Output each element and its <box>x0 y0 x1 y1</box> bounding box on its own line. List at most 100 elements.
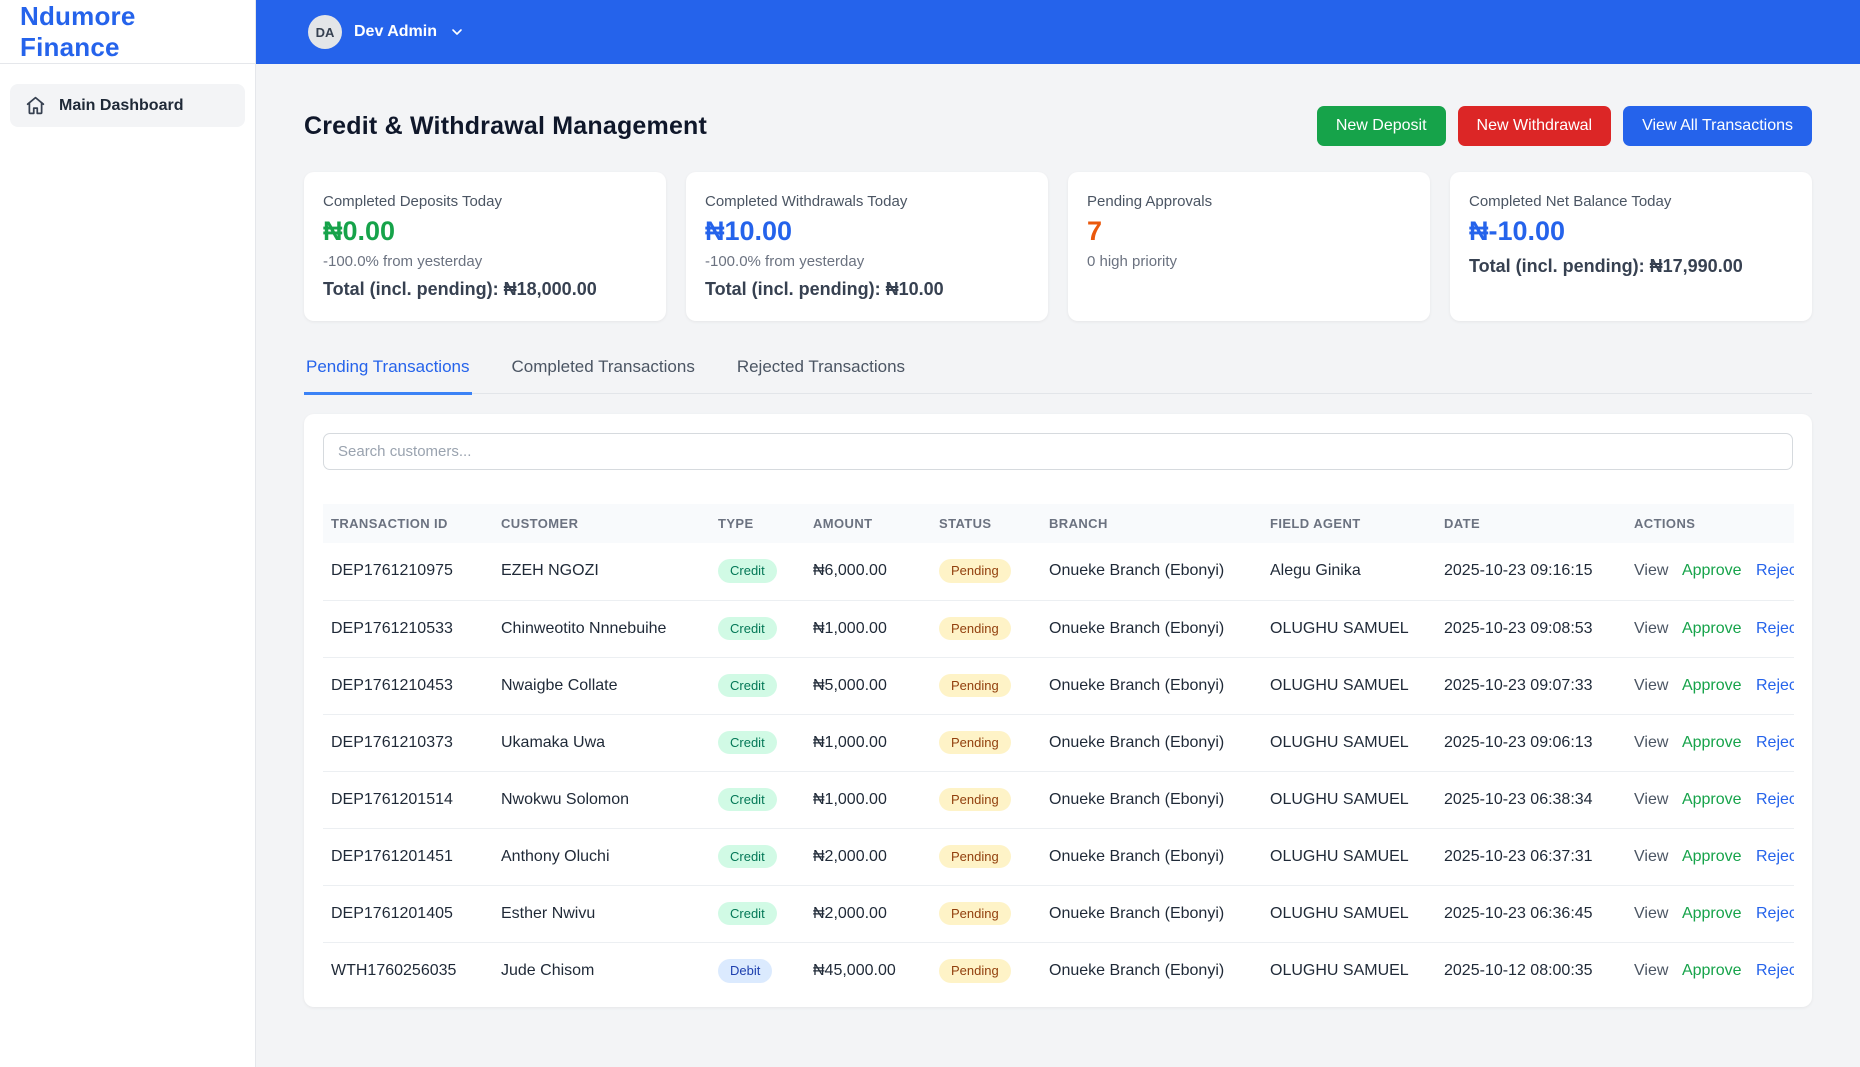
tab-completed-transactions[interactable]: Completed Transactions <box>510 357 697 395</box>
approve-link[interactable]: Approve <box>1682 734 1742 751</box>
view-link[interactable]: View <box>1634 562 1668 579</box>
cell-date: 2025-10-23 06:37:31 <box>1436 827 1626 885</box>
view-link[interactable]: View <box>1634 620 1668 637</box>
cell-date: 2025-10-23 09:06:13 <box>1436 713 1626 771</box>
cell-status: Pending <box>931 884 1041 942</box>
user-name: Dev Admin <box>354 23 437 40</box>
stat-sub: -100.0% from yesterday <box>705 253 865 270</box>
cell-field-agent: Alegu Ginika <box>1270 562 1361 580</box>
search-input[interactable] <box>323 433 1793 470</box>
reject-link[interactable]: Reject <box>1756 848 1794 865</box>
table-row: DEP1761201405 Esther Nwivu Credit ₦2,000… <box>323 884 1794 942</box>
approve-link[interactable]: Approve <box>1682 848 1742 865</box>
cell-status: Pending <box>931 543 1041 600</box>
cell-field-agent: OLUGHU SAMUEL <box>1262 599 1436 657</box>
cell-status: Pending <box>931 599 1041 657</box>
page-title: Credit & Withdrawal Management <box>304 111 708 140</box>
user-menu[interactable]: DA Dev Admin <box>308 15 465 49</box>
reject-link[interactable]: Reject <box>1756 962 1794 979</box>
tab-rejected-transactions[interactable]: Rejected Transactions <box>735 357 907 395</box>
approve-link[interactable]: Approve <box>1682 905 1742 922</box>
reject-link[interactable]: Reject <box>1756 791 1794 808</box>
sidebar-item-label: Main Dashboard <box>59 96 184 114</box>
reject-link[interactable]: Reject <box>1756 562 1794 579</box>
transactions-table: TRANSACTION ID CUSTOMER TYPE AMOUNT STAT… <box>323 504 1794 999</box>
approve-link[interactable]: Approve <box>1682 677 1742 694</box>
tabs: Pending Transactions Completed Transacti… <box>304 357 1812 395</box>
stat-card-net-balance: Completed Net Balance Today ₦-10.00 Tota… <box>1450 172 1812 321</box>
reject-link[interactable]: Reject <box>1756 677 1794 694</box>
table-row: DEP1761210453 Nwaigbe Collate Credit ₦5,… <box>323 656 1794 714</box>
cell-actions: View Approve Reject <box>1626 599 1794 657</box>
approve-link[interactable]: Approve <box>1682 562 1742 579</box>
cell-amount: ₦45,000.00 <box>805 941 931 999</box>
cell-transaction-id: DEP1761201514 <box>323 770 493 828</box>
status-badge: Pending <box>939 673 1011 698</box>
cell-type: Credit <box>710 770 805 828</box>
stat-value: 7 <box>1087 216 1103 246</box>
cell-date: 2025-10-23 06:38:34 <box>1436 770 1626 828</box>
view-link[interactable]: View <box>1634 677 1668 694</box>
cell-customer: Jude Chisom <box>493 941 710 999</box>
stat-label: Completed Net Balance Today <box>1469 193 1672 210</box>
cell-branch: Onueke Branch (Ebonyi) <box>1041 599 1262 657</box>
col-status: STATUS <box>931 504 1041 543</box>
cell-customer: EZEH NGOZI <box>501 562 599 580</box>
status-badge: Pending <box>939 787 1011 812</box>
type-badge: Credit <box>718 901 777 926</box>
cell-actions: View Approve Reject <box>1626 941 1794 999</box>
cell-field-agent: OLUGHU SAMUEL <box>1262 827 1436 885</box>
stat-label: Completed Deposits Today <box>323 193 502 210</box>
view-link[interactable]: View <box>1634 791 1668 808</box>
col-customer: CUSTOMER <box>493 504 710 543</box>
stat-total: Total (incl. pending): ₦18,000.00 <box>323 279 597 299</box>
col-field-agent: FIELD AGENT <box>1262 504 1436 543</box>
cell-type: Credit <box>710 884 805 942</box>
cell-field-agent: OLUGHU SAMUEL <box>1262 884 1436 942</box>
reject-link[interactable]: Reject <box>1756 620 1794 637</box>
cell-amount: ₦2,000.00 <box>805 884 931 942</box>
tab-pending-transactions[interactable]: Pending Transactions <box>304 357 472 395</box>
cell-branch: Onueke Branch (Ebonyi) <box>1049 562 1225 580</box>
new-withdrawal-button[interactable]: New Withdrawal <box>1457 106 1612 146</box>
view-link[interactable]: View <box>1634 905 1668 922</box>
stat-value: ₦10.00 <box>705 216 793 246</box>
cell-type: Credit <box>710 599 805 657</box>
table-row: DEP1761210975 EZEH NGOZI Credit ₦6,000.0… <box>323 543 1794 600</box>
type-badge: Credit <box>718 844 777 869</box>
cell-customer: Nwaigbe Collate <box>493 656 710 714</box>
cell-customer: Esther Nwivu <box>493 884 710 942</box>
view-link[interactable]: View <box>1634 962 1668 979</box>
cell-actions: View Approve Reject <box>1626 884 1794 942</box>
stat-label: Completed Withdrawals Today <box>705 193 908 210</box>
approve-link[interactable]: Approve <box>1682 791 1742 808</box>
cell-branch: Onueke Branch (Ebonyi) <box>1041 827 1262 885</box>
table-row: DEP1761201451 Anthony Oluchi Credit ₦2,0… <box>323 827 1794 885</box>
stat-total: Total (incl. pending): ₦17,990.00 <box>1469 256 1743 276</box>
stat-sub: 0 high priority <box>1087 253 1178 270</box>
view-link[interactable]: View <box>1634 848 1668 865</box>
stat-sub: -100.0% from yesterday <box>323 253 483 270</box>
reject-link[interactable]: Reject <box>1756 905 1794 922</box>
sidebar-item-main-dashboard[interactable]: Main Dashboard <box>10 84 245 127</box>
cell-field-agent: OLUGHU SAMUEL <box>1262 713 1436 771</box>
view-link[interactable]: View <box>1634 734 1668 751</box>
avatar: DA <box>308 15 342 49</box>
reject-link[interactable]: Reject <box>1756 734 1794 751</box>
approve-link[interactable]: Approve <box>1682 620 1742 637</box>
cell-field-agent: OLUGHU SAMUEL <box>1262 656 1436 714</box>
stat-card-pending-approvals: Pending Approvals 7 0 high priority <box>1068 172 1430 321</box>
type-badge: Credit <box>718 559 777 584</box>
cell-type: Credit <box>710 656 805 714</box>
status-badge: Pending <box>939 958 1011 983</box>
cell-status: Pending <box>931 713 1041 771</box>
stat-card-completed-withdrawals: Completed Withdrawals Today ₦10.00 -100.… <box>686 172 1048 321</box>
type-badge: Credit <box>718 730 777 755</box>
approve-link[interactable]: Approve <box>1682 962 1742 979</box>
new-deposit-button[interactable]: New Deposit <box>1316 106 1446 146</box>
cell-transaction-id: DEP1761210373 <box>323 713 493 771</box>
col-amount: AMOUNT <box>805 504 931 543</box>
view-all-transactions-button[interactable]: View All Transactions <box>1623 106 1812 146</box>
cell-actions: View Approve Reject <box>1626 770 1794 828</box>
status-badge: Pending <box>939 844 1011 869</box>
